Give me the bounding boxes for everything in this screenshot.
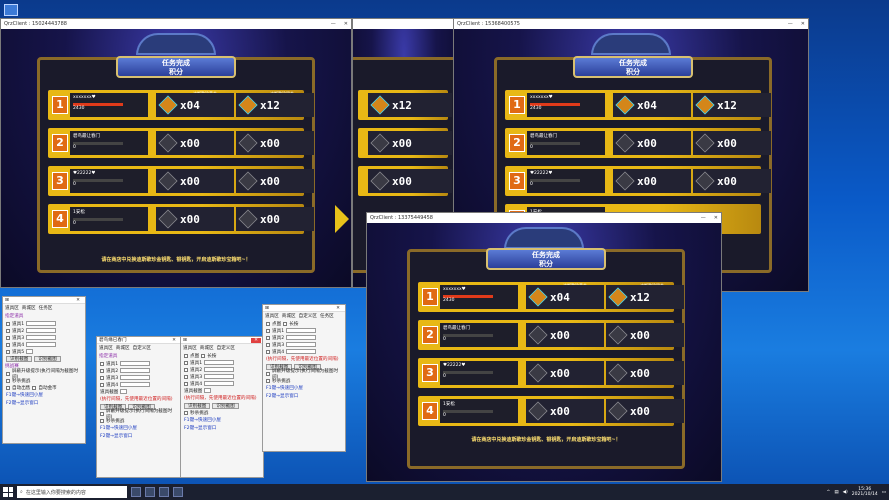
silver-key-icon <box>695 171 715 191</box>
app-icon[interactable] <box>159 487 169 497</box>
panel-header: 任务完成 积分 <box>116 56 236 78</box>
minimize-icon[interactable]: — <box>788 21 793 27</box>
search-box[interactable]: ⌕ 在这里输入你要搜索的内容 <box>17 486 127 498</box>
silver-key-icon <box>695 95 715 115</box>
helper-window: 碧鸟缘已春门 ✕ 道具区 商城区 自定义区 指定道具 道具1 道具2 道具3 道具4 … <box>96 336 182 478</box>
item-row: 道具5 <box>3 348 85 355</box>
notification-icon[interactable]: ▭ <box>882 490 886 495</box>
silver-key-icon <box>608 287 628 307</box>
minimize-icon[interactable]: — <box>701 215 706 221</box>
app-icon[interactable] <box>145 487 155 497</box>
window-title: QrzClient : 15024443788 <box>4 21 67 27</box>
system-tray: ^ ▤ ◀) 15:36 2021/10/14 ▭ <box>827 487 886 497</box>
folder-icon <box>4 4 18 16</box>
title-bar[interactable]: QrzClient : 15368400575 — ✕ <box>454 19 808 29</box>
helper-window: ⊞ ✕ 道具区 商城区 自定义区 任务区 点图 长按 道具1 道具2 道具3 道具4 (执… <box>262 304 346 452</box>
title-bar[interactable]: QrzClient : 13375449458 — ✕ <box>367 213 721 223</box>
rank-row: 2 碧鸟最让春门 0 x00 x00 <box>48 128 314 158</box>
gold-key-icon <box>158 95 178 115</box>
window-title: QrzClient : 15368400575 <box>457 21 520 27</box>
arrow-icon <box>335 205 349 233</box>
title-bar[interactable]: ⊞ ✕ <box>181 337 263 344</box>
item-row: 道具3 <box>3 334 85 341</box>
item-row: 道具2 <box>3 327 85 334</box>
gold-key-icon <box>615 171 635 191</box>
item-row: 道具1 <box>3 320 85 327</box>
gold-key-icon <box>528 363 548 383</box>
close-icon[interactable]: ✕ <box>251 337 261 343</box>
tab-bar: 道具区 商城区 任务区 <box>5 306 53 311</box>
window-title: QrzClient : 13375449458 <box>370 215 433 221</box>
unlock-button[interactable]: 识别截图 <box>34 355 61 362</box>
volume-icon[interactable]: ◀) <box>843 490 848 495</box>
game-stage: 任务完成积分 1 xxxxxxx♥2430 迪斯歌珍黄金迪斯歌珍银金 x04 x… <box>1 29 351 287</box>
close-icon[interactable]: ✕ <box>714 215 718 221</box>
rank-row: 1 xxxxxxx♥2430 迪斯歌珍黄金迪斯歌珍银金 x04 x12 <box>48 90 314 120</box>
emblem <box>504 227 584 249</box>
game-stage: 任务完成积分 1 xxxxxxx♥2430 迪斯歌珍黄金迪斯歌珍银金 x04 x… <box>367 223 721 481</box>
chevron-up-icon[interactable]: ^ <box>827 490 831 495</box>
capture-button[interactable]: 识别截图 <box>6 355 33 362</box>
game-window-1: QrzClient : 15024443788 — ✕ 任务完成 积分 1 xxxx… <box>0 18 352 288</box>
task-view-icon[interactable] <box>131 487 141 497</box>
title-bar[interactable] <box>353 19 455 29</box>
silver-key-icon <box>370 171 390 191</box>
panel-footer: 请在商店中兑换迪斯歌珍金钥匙、银钥匙，开启迪斯歌珍宝箱吧~！ <box>101 257 251 263</box>
silver-key-icon <box>695 133 715 153</box>
title-bar[interactable]: ⊞ ✕ <box>3 297 85 304</box>
start-button[interactable] <box>3 487 13 497</box>
gold-key-icon <box>615 133 635 153</box>
close-icon[interactable]: ✕ <box>344 21 348 27</box>
silver-key-icon <box>238 133 258 153</box>
close-icon[interactable]: ✕ <box>169 338 179 343</box>
emblem <box>591 33 671 55</box>
silver-key-icon <box>370 133 390 153</box>
clock[interactable]: 15:36 2021/10/14 <box>852 487 878 497</box>
game-window-4: QrzClient : 13375449458 — ✕ 任务完成 积分 1 xxxx… <box>366 212 722 482</box>
rank-row: 3 ♥22222♥ 0 x00 x00 <box>48 166 314 196</box>
network-icon[interactable]: ▤ <box>834 490 838 495</box>
item-row: 道具4 <box>3 341 85 348</box>
minimize-icon[interactable]: — <box>331 21 336 27</box>
silver-key-icon <box>608 401 628 421</box>
panel-footer: 请在商店中兑换迪斯歌珍金钥匙、银钥匙，开启迪斯歌珍宝箱吧~！ <box>471 437 621 443</box>
taskbar: ⌕ 在这里输入你要搜索的内容 ^ ▤ ◀) 15:36 2021/10/14 ▭ <box>0 484 889 500</box>
tab-bar: 道具区 商城区 自定义区 任务区 <box>265 314 334 319</box>
tab-bar: 道具区 商城区 自定义区 <box>99 346 151 351</box>
silver-key-icon <box>370 95 390 115</box>
gold-key-icon <box>158 171 178 191</box>
tab-bar: 道具区 商城区 自定义区 <box>183 346 235 351</box>
silver-key-icon <box>238 95 258 115</box>
close-icon[interactable]: ✕ <box>73 298 83 303</box>
title-bar[interactable]: 碧鸟缘已春门 ✕ <box>97 337 181 344</box>
gold-key-icon <box>615 95 635 115</box>
silver-key-icon <box>608 325 628 345</box>
title-bar[interactable]: QrzClient : 15024443788 — ✕ <box>1 19 351 29</box>
close-icon[interactable]: ✕ <box>801 21 805 27</box>
gold-key-icon <box>528 287 548 307</box>
score-panel: 任务完成积分 1 xxxxxxx♥2430 迪斯歌珍黄金迪斯歌珍银金 x04 x… <box>407 248 685 469</box>
close-icon[interactable]: ✕ <box>333 306 343 311</box>
silver-key-icon <box>608 363 628 383</box>
score-panel: 任务完成积分 1 xxxxxxx♥2430 迪斯歌珍黄金迪斯歌珍银金 x04 x… <box>37 56 315 273</box>
panel-header: 任务完成 积分 <box>486 248 606 270</box>
rank-row: 4 1安松 0 x00 x00 <box>48 204 314 234</box>
helper-window: ⊞ ✕ 道具区 商城区 任务区 指定道具 道具1 道具2 道具3 道具4 道具5 识别… <box>2 296 86 444</box>
emblem <box>136 33 216 55</box>
gold-key-icon <box>158 133 178 153</box>
desktop-icon-recycle[interactable] <box>2 4 20 16</box>
gold-key-icon <box>528 401 548 421</box>
panel-header: 任务完成 积分 <box>573 56 693 78</box>
silver-key-icon <box>238 171 258 191</box>
app-icon[interactable] <box>173 487 183 497</box>
gold-key-icon <box>158 209 178 229</box>
gold-key-icon <box>528 325 548 345</box>
search-icon: ⌕ <box>20 489 23 495</box>
title-bar[interactable]: ⊞ ✕ <box>263 305 345 312</box>
silver-key-icon <box>238 209 258 229</box>
helper-window: ⊞ ✕ 道具区 商城区 自定义区 点图 长按 道具1 道具2 道具3 道具4 道具截图 … <box>180 336 264 478</box>
